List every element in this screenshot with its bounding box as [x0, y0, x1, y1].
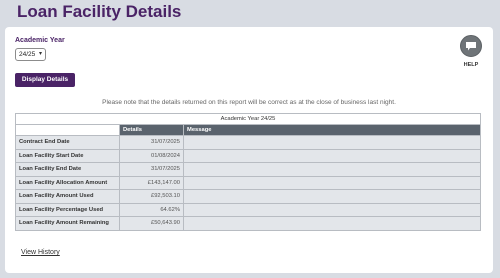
table-row: Loan Facility End Date 31/07/2025: [15, 162, 481, 177]
row-label: Loan Facility Percentage Used: [15, 202, 120, 217]
report-note: Please note that the details returned on…: [102, 99, 396, 106]
table-caption: Academic Year 24/25: [15, 113, 481, 125]
row-message: [183, 216, 481, 231]
header-blank: [15, 124, 120, 136]
header-details: Details: [119, 124, 184, 136]
row-message: [183, 175, 481, 190]
help-label: HELP: [463, 62, 479, 68]
row-label: Loan Facility Allocation Amount: [15, 175, 120, 190]
row-value: £50,643.90: [119, 216, 184, 231]
row-value: 31/07/2025: [119, 162, 184, 177]
chat-bubble-icon: [460, 35, 482, 57]
table-row: Loan Facility Percentage Used 64.62%: [15, 202, 481, 217]
content-panel: Academic Year 24/25 ▾ HELP Display Detai…: [5, 27, 493, 273]
details-table: Academic Year 24/25 Details Message Cont…: [15, 113, 481, 231]
row-label: Loan Facility Amount Used: [15, 189, 120, 204]
row-value: 64.62%: [119, 202, 184, 217]
display-details-button[interactable]: Display Details: [15, 73, 75, 87]
academic-year-label: Academic Year: [15, 37, 65, 44]
row-value: £92,503.10: [119, 189, 184, 204]
row-value: 31/07/2025: [119, 135, 184, 150]
row-message: [183, 162, 481, 177]
table-row: Loan Facility Amount Used £92,503.10: [15, 189, 481, 204]
academic-year-select[interactable]: 24/25 ▾: [15, 48, 46, 61]
row-message: [183, 148, 481, 163]
page-title: Loan Facility Details: [17, 2, 182, 21]
row-value: £143,147.00: [119, 175, 184, 190]
help-button[interactable]: HELP: [460, 35, 482, 68]
table-row: Loan Facility Allocation Amount £143,147…: [15, 175, 481, 190]
table-row: Loan Facility Start Date 01/08/2024: [15, 148, 481, 163]
row-message: [183, 189, 481, 204]
header-message: Message: [183, 124, 481, 136]
row-value: 01/08/2024: [119, 148, 184, 163]
row-message: [183, 135, 481, 150]
row-label: Loan Facility Amount Remaining: [15, 216, 120, 231]
table-row: Loan Facility Amount Remaining £50,643.9…: [15, 216, 481, 231]
row-label: Loan Facility End Date: [15, 162, 120, 177]
row-message: [183, 202, 481, 217]
view-history-link[interactable]: View History: [21, 249, 60, 256]
academic-year-value: 24/25: [19, 51, 36, 58]
row-label: Loan Facility Start Date: [15, 148, 120, 163]
row-label: Contract End Date: [15, 135, 120, 150]
chevron-down-icon: ▾: [38, 51, 42, 57]
table-row: Contract End Date 31/07/2025: [15, 135, 481, 150]
